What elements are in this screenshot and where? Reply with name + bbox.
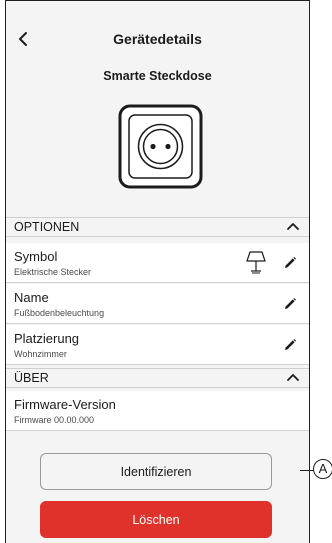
device-name-title: Smarte Steckdose (103, 69, 212, 83)
section-about-header[interactable]: ÜBER (6, 368, 309, 388)
row-firmware-value: Firmware 00.00.000 (14, 415, 95, 425)
row-symbol-label: Symbol (14, 249, 58, 264)
pencil-icon[interactable] (283, 338, 297, 352)
lamp-icon (246, 251, 266, 274)
delete-button[interactable]: Löschen (40, 501, 272, 538)
identify-button[interactable]: Identifizieren (40, 453, 272, 490)
row-firmware-label: Firmware-Version (14, 397, 116, 412)
pencil-icon[interactable] (283, 297, 297, 311)
header: Gerätedetails Smarte Steckdose (6, 1, 309, 83)
section-options-label: OPTIONEN (14, 220, 80, 234)
row-name[interactable]: Name Fußbodenbeleuchtung (6, 284, 309, 324)
row-name-label: Name (14, 290, 49, 305)
page-title: Gerätedetails (113, 31, 202, 47)
pencil-icon[interactable] (283, 256, 297, 270)
section-options-header[interactable]: OPTIONEN (6, 217, 309, 237)
phone-screen: Gerätedetails Smarte Steckdose OPTIONEN … (5, 0, 310, 543)
row-placement-value: Wohnzimmer (14, 349, 67, 359)
row-symbol[interactable]: Symbol Elektrische Stecker (6, 243, 309, 283)
chevron-up-icon (287, 223, 299, 230)
row-firmware: Firmware-Version Firmware 00.00.000 (6, 391, 309, 431)
row-symbol-value: Elektrische Stecker (14, 267, 92, 277)
row-name-value: Fußbodenbeleuchtung (14, 308, 105, 318)
chevron-up-icon (287, 374, 299, 381)
socket-icon (118, 104, 203, 189)
row-placement-label: Platzierung (14, 331, 80, 346)
row-placement[interactable]: Platzierung Wohnzimmer (6, 325, 309, 365)
section-about-label: ÜBER (14, 371, 49, 385)
callout-marker: A (313, 459, 332, 479)
